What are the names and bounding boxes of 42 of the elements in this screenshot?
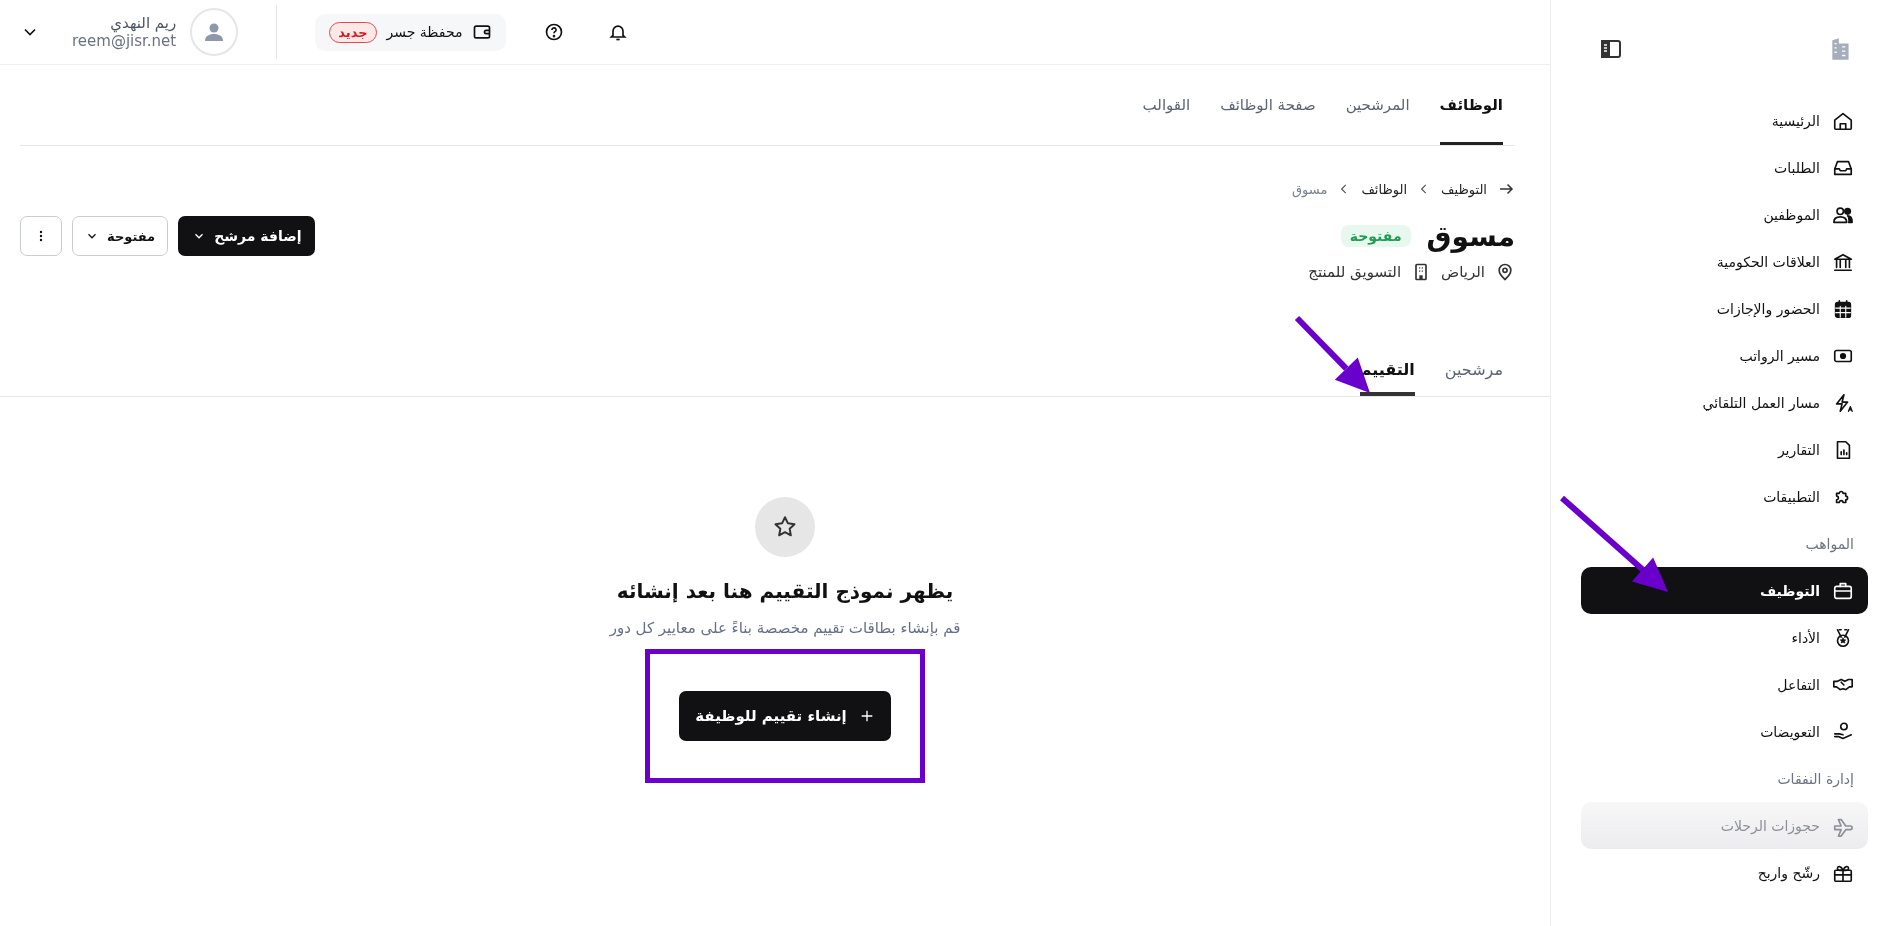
breadcrumb-item[interactable]: التوظيف	[1441, 181, 1487, 197]
sidebar-item[interactable]: الموظفين	[1581, 191, 1868, 238]
sidebar-item[interactable]: التوظيف	[1581, 567, 1868, 614]
empty-state-title: يظهر نموذج التقييم هنا بعد إنشائه	[616, 579, 954, 603]
nav-tab[interactable]: الوظائف	[1439, 65, 1503, 145]
user-name: ريم النهدي	[110, 14, 177, 32]
sidebar-item[interactable]: التقارير	[1581, 426, 1868, 473]
job-tab[interactable]: مرشحين	[1444, 346, 1503, 396]
nav-tab[interactable]: المرشحين	[1345, 65, 1410, 145]
new-badge: جديد	[329, 21, 377, 43]
status-badge: مفتوحة	[1340, 225, 1411, 247]
wallet-label: محفظة جسر	[386, 24, 463, 40]
sidebar-item[interactable]: الحضور والإجازات	[1581, 285, 1868, 332]
sidebar-item[interactable]: الأداء	[1581, 614, 1868, 661]
user-email: reem@jisr.net	[72, 32, 177, 50]
job-title: مسوق	[1426, 219, 1515, 253]
calendar-icon	[1832, 297, 1854, 320]
nav-tab[interactable]: القوالب	[1142, 65, 1191, 145]
sidebar-item[interactable]: التطبيقات	[1581, 473, 1868, 520]
sidebar-section-label: المواهب	[1804, 534, 1855, 555]
sidebar-item[interactable]: مسار العمل التلقائي	[1581, 379, 1868, 426]
add-candidate-button[interactable]: إضافة مرشح	[178, 216, 316, 256]
wallet-button[interactable]: محفظة جسر جديد	[315, 13, 507, 51]
status-dropdown[interactable]: مفتوحة	[72, 216, 169, 256]
breadcrumb-item: مسوق	[1292, 181, 1328, 197]
sidebar-item[interactable]: العلاقات الحكومية	[1581, 238, 1868, 285]
sidebar-item[interactable]: رشّح واربح	[1581, 849, 1868, 896]
sidebar-item[interactable]: الطلبات	[1581, 144, 1868, 191]
job-location: الرياض	[1441, 263, 1485, 281]
sidebar-item[interactable]: التفاعل	[1581, 661, 1868, 708]
empty-state-description: قم بإنشاء بطاقات تقييم مخصصة بناءً على معايير كل دور	[609, 619, 961, 637]
create-evaluation-button[interactable]: إنشاء تقييم للوظيفة	[679, 691, 891, 741]
sidebar-item[interactable]: الرئيسية	[1581, 97, 1868, 144]
wallet-icon	[472, 22, 493, 42]
sidebar-item[interactable]: التعويضات	[1581, 708, 1868, 755]
sidebar-section-label: إدارة النفقات	[1776, 769, 1855, 790]
avatar[interactable]	[190, 8, 239, 56]
nav-tab[interactable]: صفحة الوظائف	[1220, 65, 1316, 145]
job-department: التسويق للمنتج	[1308, 263, 1402, 281]
location-pin-icon	[1495, 262, 1515, 282]
breadcrumb-item[interactable]: الوظائف	[1361, 181, 1408, 197]
sidebar-item[interactable]: مسير الرواتب	[1581, 332, 1868, 379]
